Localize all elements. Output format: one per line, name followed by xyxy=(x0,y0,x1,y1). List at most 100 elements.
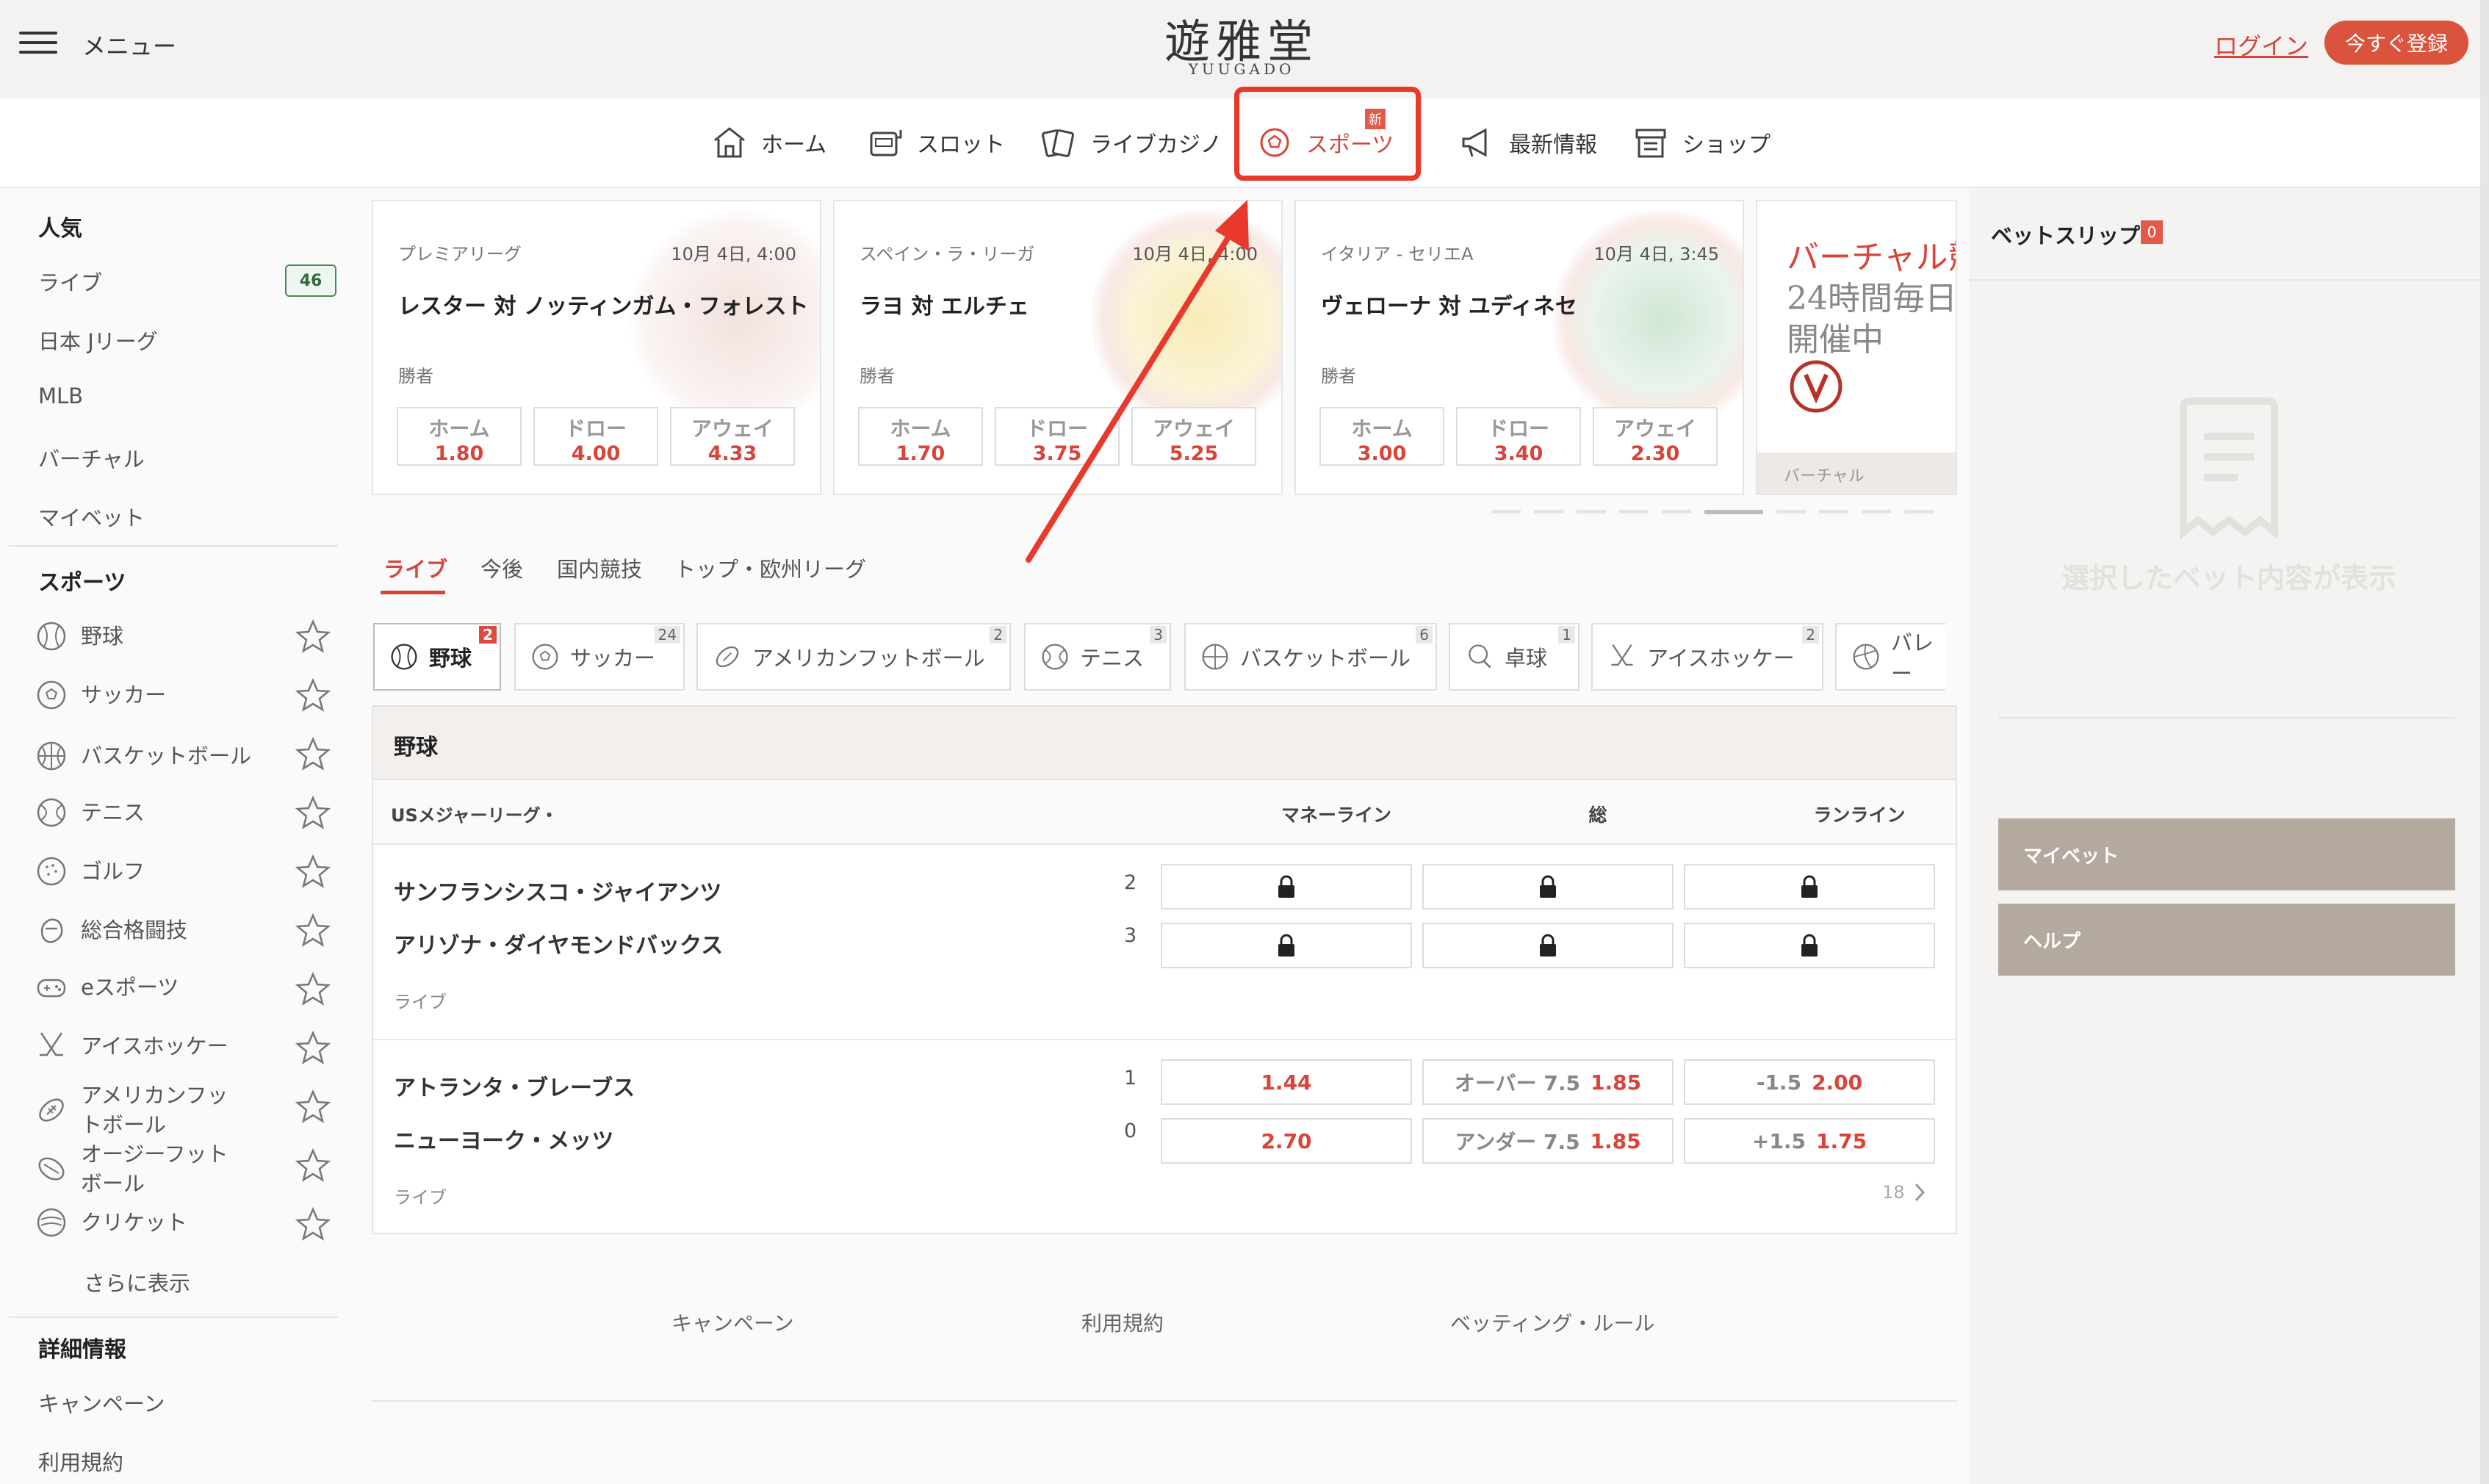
tab-live[interactable]: ライブ xyxy=(383,552,447,583)
sidebar-item-mybet[interactable]: マイベット xyxy=(38,501,145,532)
sidebar-sport-cricket[interactable]: クリケット xyxy=(35,1200,336,1245)
chip-tennis[interactable]: テニス 3 xyxy=(1024,623,1171,691)
market-label: 勝者 xyxy=(1321,366,1356,386)
nav-home[interactable]: ホーム xyxy=(711,98,826,187)
tab-domestic[interactable]: 国内競技 xyxy=(557,552,642,583)
sidebar-sport-label: eスポーツ xyxy=(81,975,179,1000)
sidebar-sport-tennis[interactable]: テニス xyxy=(35,790,336,835)
sidebar-sport-label: アメリカンフットボール xyxy=(81,1083,228,1137)
odds-home-button[interactable]: ホーム 3.00 xyxy=(1319,407,1444,466)
team-name[interactable]: アトランタ・ブレーブス xyxy=(394,1070,635,1102)
show-more-link[interactable]: さらに表示 xyxy=(84,1267,190,1297)
odds-line: +1.5 xyxy=(1751,1128,1806,1153)
chip-volleyball[interactable]: バレー xyxy=(1835,623,1945,691)
total-odds-button[interactable]: オーバー 7.5 1.85 xyxy=(1422,1059,1674,1105)
chip-count: 24 xyxy=(654,626,680,644)
carousel-indicator[interactable] xyxy=(1491,510,1962,516)
nav-slot[interactable]: スロット xyxy=(867,98,1005,187)
odds-away-button[interactable]: アウェイ 2.30 xyxy=(1593,407,1718,466)
chip-table-tennis[interactable]: 卓球 1 xyxy=(1449,623,1580,691)
menu-label[interactable]: メニュー xyxy=(82,28,176,62)
nav-news[interactable]: 最新情報 xyxy=(1459,98,1597,187)
team-name[interactable]: アリゾナ・ダイヤモンドバックス xyxy=(394,927,723,959)
league-name[interactable]: USメジャーリーグ・ xyxy=(391,801,558,826)
featured-match-card[interactable]: プレミアリーグ 10月 4日, 4:00 レスター 対 ノッティンガム・フォレス… xyxy=(372,200,821,495)
sidebar-sport-basketball[interactable]: バスケットボール xyxy=(35,723,263,789)
sidebar-sport-soccer[interactable]: サッカー xyxy=(35,673,336,717)
chip-baseball[interactable]: 野球 2 xyxy=(373,623,501,691)
tab-top-european[interactable]: トップ・欧州リーグ xyxy=(674,552,866,583)
tab-upcoming[interactable]: 今後 xyxy=(480,552,523,583)
virtual-title: バーチャル競 xyxy=(1787,239,1956,276)
team-name[interactable]: ニューヨーク・メッツ xyxy=(394,1123,613,1155)
chip-basketball[interactable]: バスケットボール 6 xyxy=(1184,623,1437,691)
nav-label: ホーム xyxy=(761,132,827,158)
sidebar-sport-ice-hockey[interactable]: アイスホッケー xyxy=(35,1024,336,1068)
favorite-stars xyxy=(292,617,334,1264)
sidebar-item-virtual[interactable]: バーチャル xyxy=(38,442,145,473)
runline-odds-button[interactable]: -1.5 2.00 xyxy=(1684,1059,1935,1105)
odds-draw-button[interactable]: ドロー 3.40 xyxy=(1456,407,1581,466)
megaphone-icon xyxy=(1462,128,1487,157)
odds-value: 2.30 xyxy=(1630,442,1680,465)
odds-home-button[interactable]: ホーム 1.70 xyxy=(858,407,983,466)
total-odds-button[interactable]: アンダー 7.5 1.85 xyxy=(1422,1118,1674,1164)
chip-ice-hockey[interactable]: アイスホッケー 2 xyxy=(1591,623,1823,691)
menu-icon[interactable] xyxy=(19,25,57,60)
nav-shop[interactable]: ショップ xyxy=(1632,98,1771,187)
sidebar-item-live[interactable]: ライブ xyxy=(38,266,102,297)
page-scrollbar[interactable] xyxy=(2480,0,2489,1484)
help-button[interactable]: ヘルプ xyxy=(1998,904,2455,976)
featured-match-card[interactable]: イタリア - セリエA 10月 4日, 3:45 ヴェローナ 対 ユディネセ 勝… xyxy=(1294,200,1744,495)
sidebar-item-terms[interactable]: 利用規約 xyxy=(38,1446,123,1477)
sidebar-item-campaign[interactable]: キャンペーン xyxy=(38,1387,165,1418)
footer-link-betting-rules[interactable]: ベッティング・ルール xyxy=(1450,1308,1654,1337)
footer-link-campaign[interactable]: キャンペーン xyxy=(671,1308,794,1337)
odds-home-button[interactable]: ホーム 1.80 xyxy=(397,407,522,466)
sidebar-sport-mma[interactable]: 総合格闘技 xyxy=(35,908,336,952)
slot-icon xyxy=(870,130,902,156)
virtual-line: 24時間毎日 xyxy=(1787,280,1957,317)
register-button[interactable]: 今すぐ登録 xyxy=(2324,21,2468,65)
chip-label: アメリカンフットボール xyxy=(752,646,985,671)
moneyline-odds-button[interactable]: 2.70 xyxy=(1161,1118,1412,1164)
more-markets-link[interactable]: 18 xyxy=(1882,1181,1927,1203)
tab-underline xyxy=(381,591,445,594)
chip-american-football[interactable]: アメリカンフットボール 2 xyxy=(696,623,1011,691)
sidebar-sport-label: 野球 xyxy=(81,624,124,649)
odds-label: アウェイ xyxy=(1613,417,1696,441)
login-link[interactable]: ログイン xyxy=(2214,28,2308,62)
odds-draw-button[interactable]: ドロー 4.00 xyxy=(533,407,658,466)
nav-live-casino[interactable]: ライブカジノ xyxy=(1040,98,1222,187)
odds-line: オーバー 7.5 xyxy=(1454,1071,1580,1095)
sidebar-item-mlb[interactable]: MLB xyxy=(38,383,83,408)
info-heading: 詳細情報 xyxy=(38,1337,126,1363)
virtual-promo-card[interactable]: バーチャル競 24時間毎日 開催中 バーチャル xyxy=(1756,200,1957,495)
team-score: 1 xyxy=(1124,1067,1137,1089)
sidebar-sport-baseball[interactable]: 野球 xyxy=(35,614,336,658)
sidebar-sport-esports[interactable]: eスポーツ xyxy=(35,965,336,1009)
sidebar-sport-golf[interactable]: ゴルフ xyxy=(35,849,336,893)
virtual-logo-icon xyxy=(1790,360,1843,413)
sidebar-item-jleague[interactable]: 日本 Jリーグ xyxy=(38,325,158,356)
odds-label: ホーム xyxy=(428,417,490,441)
sidebar-sport-aussie-football[interactable]: オージーフットボール xyxy=(35,1136,234,1202)
golf-icon xyxy=(37,857,66,886)
odds-label: ドロー xyxy=(1487,417,1549,441)
betslip-title[interactable]: ベットスリップ xyxy=(1991,219,2140,250)
chip-soccer[interactable]: サッカー 24 xyxy=(514,623,685,691)
odds-label: アウェイ xyxy=(691,417,774,441)
sidebar-sport-american-football[interactable]: アメリカンフットボール xyxy=(35,1077,234,1143)
chip-label: 野球 xyxy=(429,646,472,671)
odds-label: ホーム xyxy=(890,417,951,441)
team-name[interactable]: サンフランシスコ・ジャイアンツ xyxy=(394,874,721,907)
footer-link-terms[interactable]: 利用規約 xyxy=(1081,1308,1164,1337)
moneyline-odds-button[interactable]: 1.44 xyxy=(1161,1059,1412,1105)
football-icon xyxy=(39,1098,64,1122)
runline-odds-button[interactable]: +1.5 1.75 xyxy=(1684,1118,1935,1164)
chip-label: 卓球 xyxy=(1505,646,1548,671)
odds-away-button[interactable]: アウェイ 4.33 xyxy=(670,407,795,466)
locked-odds-cell xyxy=(1684,923,1935,968)
match-date: 10月 4日, 3:45 xyxy=(1593,244,1719,264)
mybet-button[interactable]: マイベット xyxy=(1998,818,2455,890)
